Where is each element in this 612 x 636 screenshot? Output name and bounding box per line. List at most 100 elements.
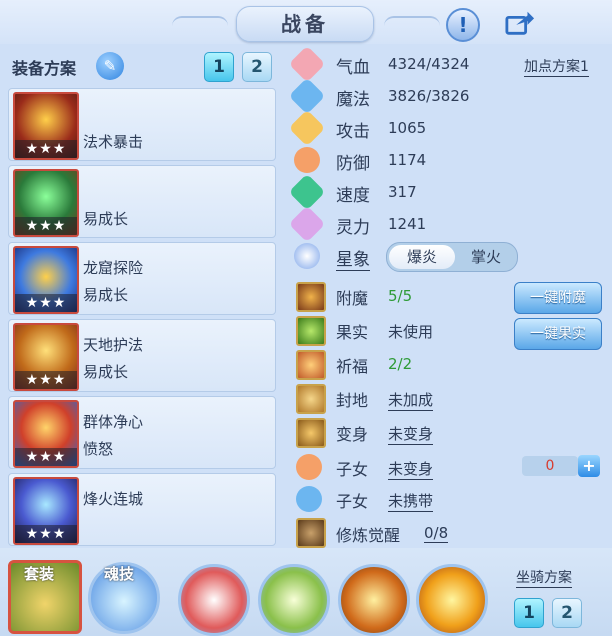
stat-def-value: 1174: [388, 151, 427, 169]
heart-icon: [288, 45, 326, 83]
equip-slot-4-icon: ★★★: [13, 323, 79, 391]
fief-value[interactable]: 未加成: [388, 389, 434, 411]
edit-pencil-icon[interactable]: ✎: [96, 52, 124, 80]
child-transform-label: 子女: [336, 460, 369, 479]
share-icon[interactable]: [505, 8, 535, 38]
child-transform-value[interactable]: 未变身: [388, 458, 434, 480]
shield-icon: [294, 147, 320, 173]
enchant-label: 附魔: [336, 289, 369, 308]
fruit-icon: [296, 316, 326, 346]
cultivation-value[interactable]: 0/8: [424, 524, 449, 543]
stat-mp-value: 3826/3826: [388, 87, 470, 105]
skill-slot-3-icon[interactable]: [338, 564, 410, 636]
equip-slot-4-stars: ★★★: [15, 371, 77, 389]
transform-value[interactable]: 未变身: [388, 423, 434, 445]
star-sign-toggle[interactable]: 爆炎 掌火: [386, 242, 518, 272]
equip-slot-3[interactable]: ★★★ 龙窟探险 易成长: [8, 242, 276, 315]
speed-icon: [288, 173, 326, 211]
child-carry-value[interactable]: 未携带: [388, 490, 434, 512]
equip-slot-1[interactable]: ★★★ 法术暴击: [8, 88, 276, 161]
equip-slot-5-stars: ★★★: [15, 448, 77, 466]
equip-slot-3-stars: ★★★: [15, 294, 77, 312]
stat-spirit-label: 灵力: [336, 218, 370, 238]
skill-slot-1-icon[interactable]: [178, 564, 250, 636]
stat-hp-label: 气血: [336, 58, 370, 78]
blessing-label: 祈福: [336, 357, 369, 376]
sword-icon: [288, 109, 326, 147]
equip-slot-2[interactable]: ★★★ 易成长: [8, 165, 276, 238]
star-sign-icon: [294, 243, 320, 269]
stepper-plus-button[interactable]: +: [578, 455, 600, 477]
stepper-value[interactable]: 0: [522, 456, 578, 476]
stat-atk-label: 攻击: [336, 122, 370, 142]
stat-spd-value: 317: [388, 183, 417, 201]
child-stepper[interactable]: 0 +: [522, 455, 602, 477]
equip-slot-5-icon: ★★★: [13, 400, 79, 468]
equip-slot-2-stars: ★★★: [15, 217, 77, 235]
skill-slot-2-icon[interactable]: [258, 564, 330, 636]
enchant-value: 5/5: [388, 287, 413, 305]
star-sign-label[interactable]: 星象: [336, 245, 370, 271]
equip-slot-1-icon: ★★★: [13, 92, 79, 160]
equip-slot-4-name: 天地护法: [83, 336, 144, 354]
title-plate: 战备: [236, 6, 374, 42]
equip-slot-1-text: 法术暴击: [83, 133, 144, 151]
fief-icon: [296, 384, 326, 414]
stat-mp-label: 魔法: [336, 90, 370, 110]
equip-slot-6[interactable]: ★★★ 烽火连城: [8, 473, 276, 546]
equip-plan-label: 装备方案: [12, 59, 77, 78]
child-carry-label: 子女: [336, 492, 369, 511]
alert-icon[interactable]: !: [446, 8, 480, 42]
cultivation-icon: [296, 518, 326, 548]
spirit-icon: [288, 205, 326, 243]
mount-plan-2-button[interactable]: 2: [552, 598, 582, 628]
equip-plan-1-button[interactable]: 1: [204, 52, 234, 82]
skill-slot-4-icon[interactable]: [416, 564, 488, 636]
equip-slot-3-name: 龙窟探险: [83, 259, 144, 277]
mount-plan-1-button[interactable]: 1: [514, 598, 544, 628]
stat-def-label: 防御: [336, 154, 370, 174]
stat-hp-value: 4324/4324: [388, 55, 470, 73]
equip-slot-6-icon: ★★★: [13, 477, 79, 545]
one-key-enchant-button[interactable]: 一键附魔: [514, 282, 602, 314]
soul-label: 魂技: [104, 565, 135, 583]
star-option-1[interactable]: 爆炎: [389, 245, 455, 269]
fief-label: 封地: [336, 391, 369, 410]
equip-slot-3-icon: ★★★: [13, 246, 79, 314]
transform-icon: [296, 418, 326, 448]
equip-slot-6-name: 烽火连城: [83, 490, 144, 508]
paw-icon: [296, 486, 322, 512]
equip-plan-2-button[interactable]: 2: [242, 52, 272, 82]
fruit-label: 果实: [336, 323, 369, 342]
blessing-value: 2/2: [388, 355, 413, 373]
page-title: 战备: [281, 12, 329, 36]
equip-slot-2-icon: ★★★: [13, 169, 79, 237]
stat-plan-link[interactable]: 加点方案1: [524, 56, 589, 77]
equip-slot-2-text: 易成长: [83, 210, 129, 228]
equip-slot-4-trait: 易成长: [83, 363, 129, 381]
equip-slot-1-stars: ★★★: [15, 140, 77, 158]
stat-spirit-value: 1241: [388, 215, 427, 233]
equip-slot-3-trait: 易成长: [83, 286, 129, 304]
header-bar: 战备 !: [0, 0, 612, 44]
equip-slot-5[interactable]: ★★★ 群体净心 愤怒: [8, 396, 276, 469]
star-option-2[interactable]: 掌火: [457, 245, 515, 269]
child-icon: [296, 454, 322, 480]
enchant-icon: [296, 282, 326, 312]
equip-slot-5-trait: 愤怒: [83, 440, 114, 458]
transform-label: 变身: [336, 425, 369, 444]
blessing-icon: [296, 350, 326, 380]
fruit-value: 未使用: [388, 323, 434, 341]
equip-slot-5-name: 群体净心: [83, 413, 144, 431]
mana-icon: [288, 77, 326, 115]
stat-atk-value: 1065: [388, 119, 427, 137]
set-label: 套装: [24, 565, 55, 583]
mount-plan-label[interactable]: 坐骑方案: [516, 567, 572, 588]
one-key-fruit-button[interactable]: 一键果实: [514, 318, 602, 350]
cultivation-label: 修炼觉醒: [336, 526, 401, 545]
title-ornament-left: [172, 16, 228, 30]
stat-spd-label: 速度: [336, 186, 370, 206]
equip-slot-4[interactable]: ★★★ 天地护法 易成长: [8, 319, 276, 392]
equip-plan-header: 装备方案 ✎ 1 2: [10, 52, 276, 82]
equip-slot-6-stars: ★★★: [15, 525, 77, 543]
